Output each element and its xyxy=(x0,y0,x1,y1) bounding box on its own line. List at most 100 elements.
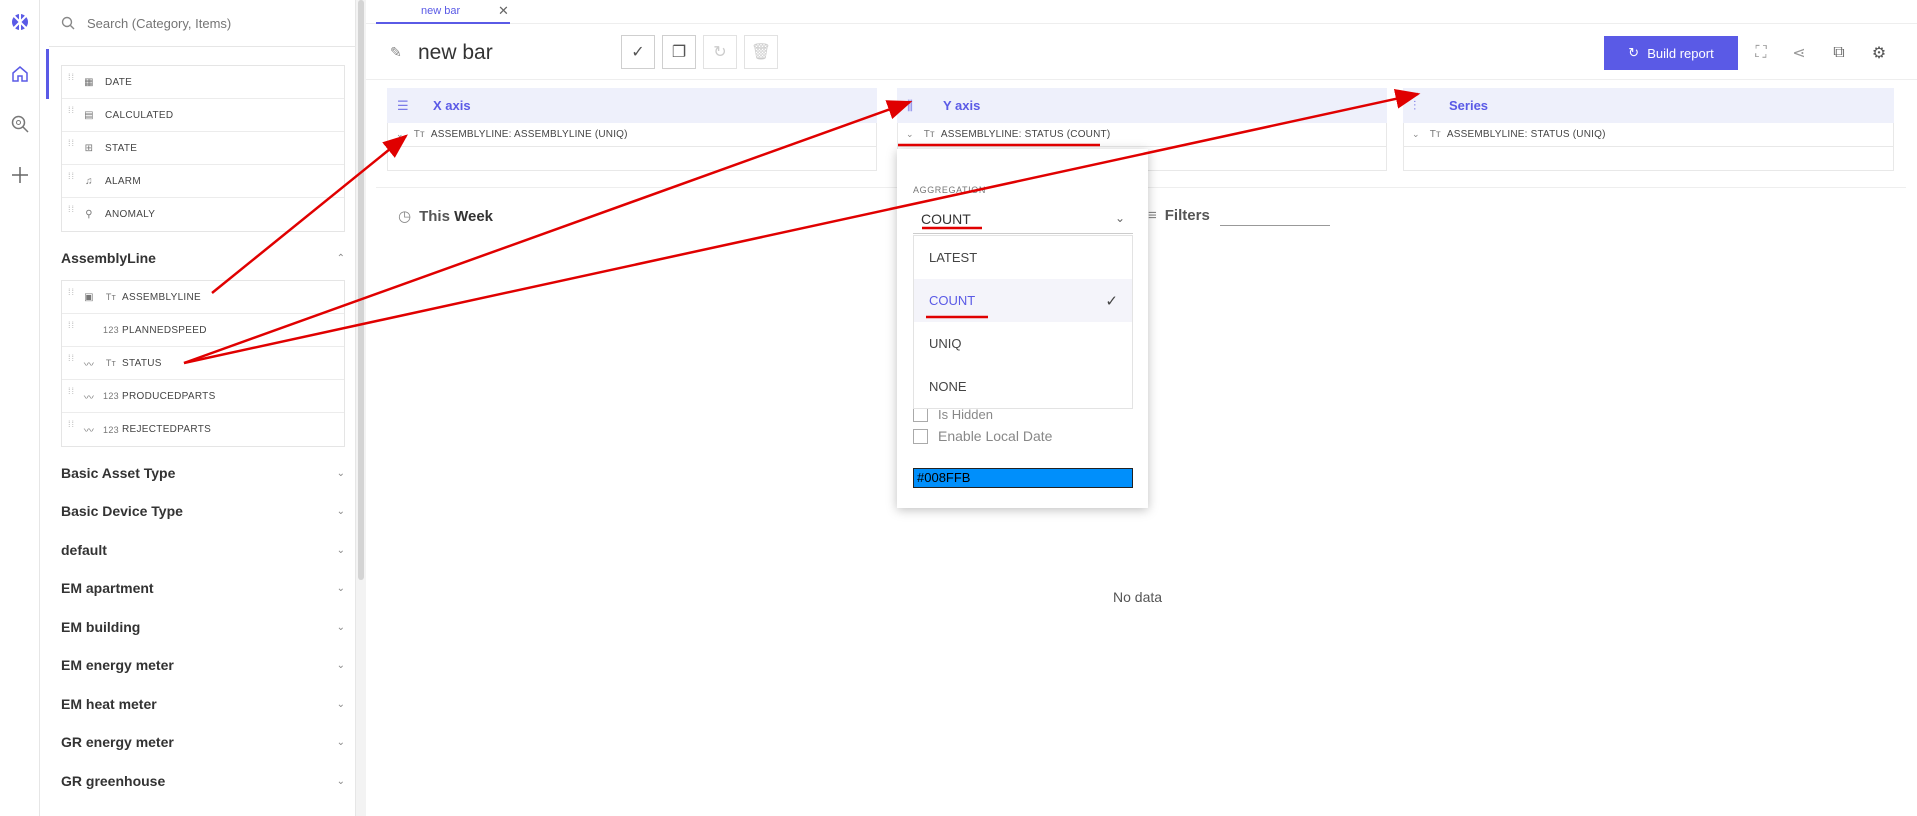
text-type-icon: Tт xyxy=(105,292,117,302)
option-latest[interactable]: LATEST xyxy=(914,236,1132,279)
text-type-icon: Tт xyxy=(105,358,117,368)
category-title: AssemblyLine xyxy=(61,250,156,266)
series-dropzone[interactable] xyxy=(1403,147,1894,171)
checkbox[interactable] xyxy=(913,407,928,422)
tab-new-bar[interactable]: new bar ✕ xyxy=(376,0,510,24)
asset-icon: ▣ xyxy=(84,291,94,303)
checkbox[interactable] xyxy=(913,428,928,444)
y-axis-field[interactable]: ⌄ Tт ASSEMBLYLINE: STATUS (COUNT) xyxy=(897,123,1387,147)
chevron-down-icon: ⌄ xyxy=(336,698,345,710)
bar-chart-icon: ⫼ xyxy=(907,97,913,113)
sidebar-search[interactable] xyxy=(61,10,341,36)
trend-icon: 〰 xyxy=(83,426,95,437)
list-item[interactable]: ⁞⁞ ⊞ STATE xyxy=(62,132,344,165)
search-input[interactable] xyxy=(87,15,327,31)
number-type-icon: 123 xyxy=(103,325,119,335)
series-panel: ⫶ Series ⌄ Tт ASSEMBLYLINE: STATUS (UNIQ) xyxy=(1403,88,1894,173)
x-axis-dropzone[interactable] xyxy=(387,147,877,171)
option-none[interactable]: NONE xyxy=(914,365,1132,408)
search-icon xyxy=(61,16,75,30)
duplicate-button[interactable]: ❐ xyxy=(662,35,696,69)
option-count[interactable]: COUNT ✓ xyxy=(914,279,1132,322)
category-em-apartment[interactable]: EM apartment ⌄ xyxy=(61,578,345,598)
list-item[interactable]: ⁞⁞ 〰 123 REJECTEDPARTS xyxy=(62,413,344,446)
close-icon[interactable]: ✕ xyxy=(498,3,509,19)
add-icon[interactable] xyxy=(8,163,32,187)
text-type-icon: Tт xyxy=(413,129,425,140)
aggregation-popover: AGGREGATION COUNT ⌄ Is Hidden LATEST COU… xyxy=(897,149,1148,508)
category-basic-asset-type[interactable]: Basic Asset Type ⌄ xyxy=(61,463,345,483)
home-icon[interactable] xyxy=(8,62,32,86)
aggregation-options: LATEST COUNT ✓ UNIQ NONE xyxy=(913,235,1133,409)
chevron-up-icon: ⌃ xyxy=(336,252,345,264)
refresh-icon: ↻ xyxy=(1628,45,1640,60)
chevron-down-icon: ⌄ xyxy=(336,659,345,671)
category-basic-device-type[interactable]: Basic Device Type ⌄ xyxy=(61,501,345,521)
sidebar-scrollbar[interactable] xyxy=(356,0,366,816)
magnify-icon: ⚲ xyxy=(85,209,93,220)
share-icon[interactable]: ⋖ xyxy=(1788,42,1810,64)
no-data-message: No data xyxy=(1113,589,1163,605)
field-group-assemblyline: ⁞⁞ ▣ Tт ASSEMBLYLINE ⁞⁞ 123 PLANNEDSPEED ⁞⁞ 〰 T… xyxy=(61,280,345,447)
local-date-toggle[interactable]: Enable Local Date xyxy=(913,428,1052,444)
series-field[interactable]: ⌄ Tт ASSEMBLYLINE: STATUS (UNIQ) xyxy=(1403,123,1894,147)
filters-control[interactable]: ≡ Filters xyxy=(1148,207,1330,226)
fullscreen-icon[interactable]: ⛶ xyxy=(1750,42,1772,64)
save-button[interactable]: ✓ xyxy=(621,35,655,69)
hidden-toggle[interactable]: Is Hidden xyxy=(913,407,993,422)
category-em-energy-meter[interactable]: EM energy meter ⌄ xyxy=(61,655,345,675)
explore-icon[interactable] xyxy=(8,112,32,136)
page-title[interactable]: new bar xyxy=(418,41,493,65)
category-gr-greenhouse[interactable]: GR greenhouse ⌄ xyxy=(61,771,345,791)
category-em-heat-meter[interactable]: EM heat meter ⌄ xyxy=(61,694,345,714)
list-item[interactable]: ⁞⁞ 〰 Tт STATUS xyxy=(62,347,344,380)
chevron-down-icon[interactable]: ⌄ xyxy=(906,129,914,140)
filter-icon: ≡ xyxy=(1148,207,1157,224)
app-rail xyxy=(0,0,40,816)
y-axis-header: ⫼ Y axis xyxy=(897,88,1387,123)
filter-input-line[interactable] xyxy=(1220,225,1330,226)
chevron-down-icon: ⌄ xyxy=(336,775,345,787)
category-default[interactable]: default ⌄ xyxy=(61,540,345,560)
list-item[interactable]: ⁞⁞ ▦ DATE xyxy=(62,66,344,99)
category-assemblyline[interactable]: AssemblyLine ⌃ xyxy=(61,248,345,268)
color-input[interactable]: #008FFB xyxy=(913,468,1133,488)
list-item[interactable]: ⁞⁞ ♫ ALARM xyxy=(62,165,344,198)
list-item[interactable]: ⁞⁞ 123 PLANNEDSPEED xyxy=(62,314,344,347)
category-gr-energy-meter[interactable]: GR energy meter ⌄ xyxy=(61,732,345,752)
refresh-button[interactable]: ↻ xyxy=(703,35,737,69)
app-logo-icon[interactable] xyxy=(9,11,31,33)
series-header: ⫶ Series xyxy=(1403,88,1894,123)
divider xyxy=(49,46,355,47)
trend-icon: 〰 xyxy=(83,392,95,404)
delete-button[interactable]: 🗑 xyxy=(744,35,778,69)
period-selector[interactable]: ◷ This Week xyxy=(398,207,493,225)
list-item[interactable]: ⁞⁞ 〰 123 PRODUCEDPARTS xyxy=(62,380,344,413)
widgets-icon[interactable]: ⧉ xyxy=(1828,42,1850,64)
category-em-building[interactable]: EM building ⌄ xyxy=(61,617,345,637)
chevron-down-icon[interactable]: ⌄ xyxy=(1412,129,1420,140)
chevron-down-icon: ⌄ xyxy=(1114,211,1125,225)
option-uniq[interactable]: UNIQ xyxy=(914,322,1132,365)
x-axis-panel: ☰ X axis ⌄ Tт ASSEMBLYLINE: ASSEMBLYLINE (U… xyxy=(387,88,877,173)
trend-icon: 〰 xyxy=(83,359,95,371)
gear-icon[interactable]: ⚙ xyxy=(1868,42,1890,64)
x-axis-header: ☰ X axis xyxy=(387,88,877,123)
aggregation-select[interactable]: COUNT ⌄ xyxy=(913,204,1133,234)
trash-icon: 🗑 xyxy=(750,44,772,61)
field-group-system: ⁞⁞ ▦ DATE ⁞⁞ ▤ CALCULATED ⁞⁞ ⊞ STATE ⁞⁞ ♫ ALARM … xyxy=(61,65,345,232)
chevron-down-icon[interactable]: ⌄ xyxy=(396,129,404,140)
list-item[interactable]: ⁞⁞ ▤ CALCULATED xyxy=(62,99,344,132)
list-item[interactable]: ⁞⁞ ⚲ ANOMALY xyxy=(62,198,344,231)
build-report-button[interactable]: ↻ Build report xyxy=(1604,36,1738,70)
chevron-down-icon: ⌄ xyxy=(336,582,345,594)
calculator-icon: ▤ xyxy=(84,109,94,121)
alarm-icon: ♫ xyxy=(85,175,93,187)
x-axis-field[interactable]: ⌄ Tт ASSEMBLYLINE: ASSEMBLYLINE (UNIQ) xyxy=(387,123,877,147)
chevron-down-icon: ⌄ xyxy=(336,621,345,633)
list-item[interactable]: ⁞⁞ ▣ Tт ASSEMBLYLINE xyxy=(62,281,344,314)
scrollbar-thumb[interactable] xyxy=(358,0,364,580)
number-type-icon: 123 xyxy=(103,391,119,401)
check-icon: ✓ xyxy=(1105,292,1118,310)
pencil-icon[interactable]: ✎ xyxy=(390,44,402,61)
